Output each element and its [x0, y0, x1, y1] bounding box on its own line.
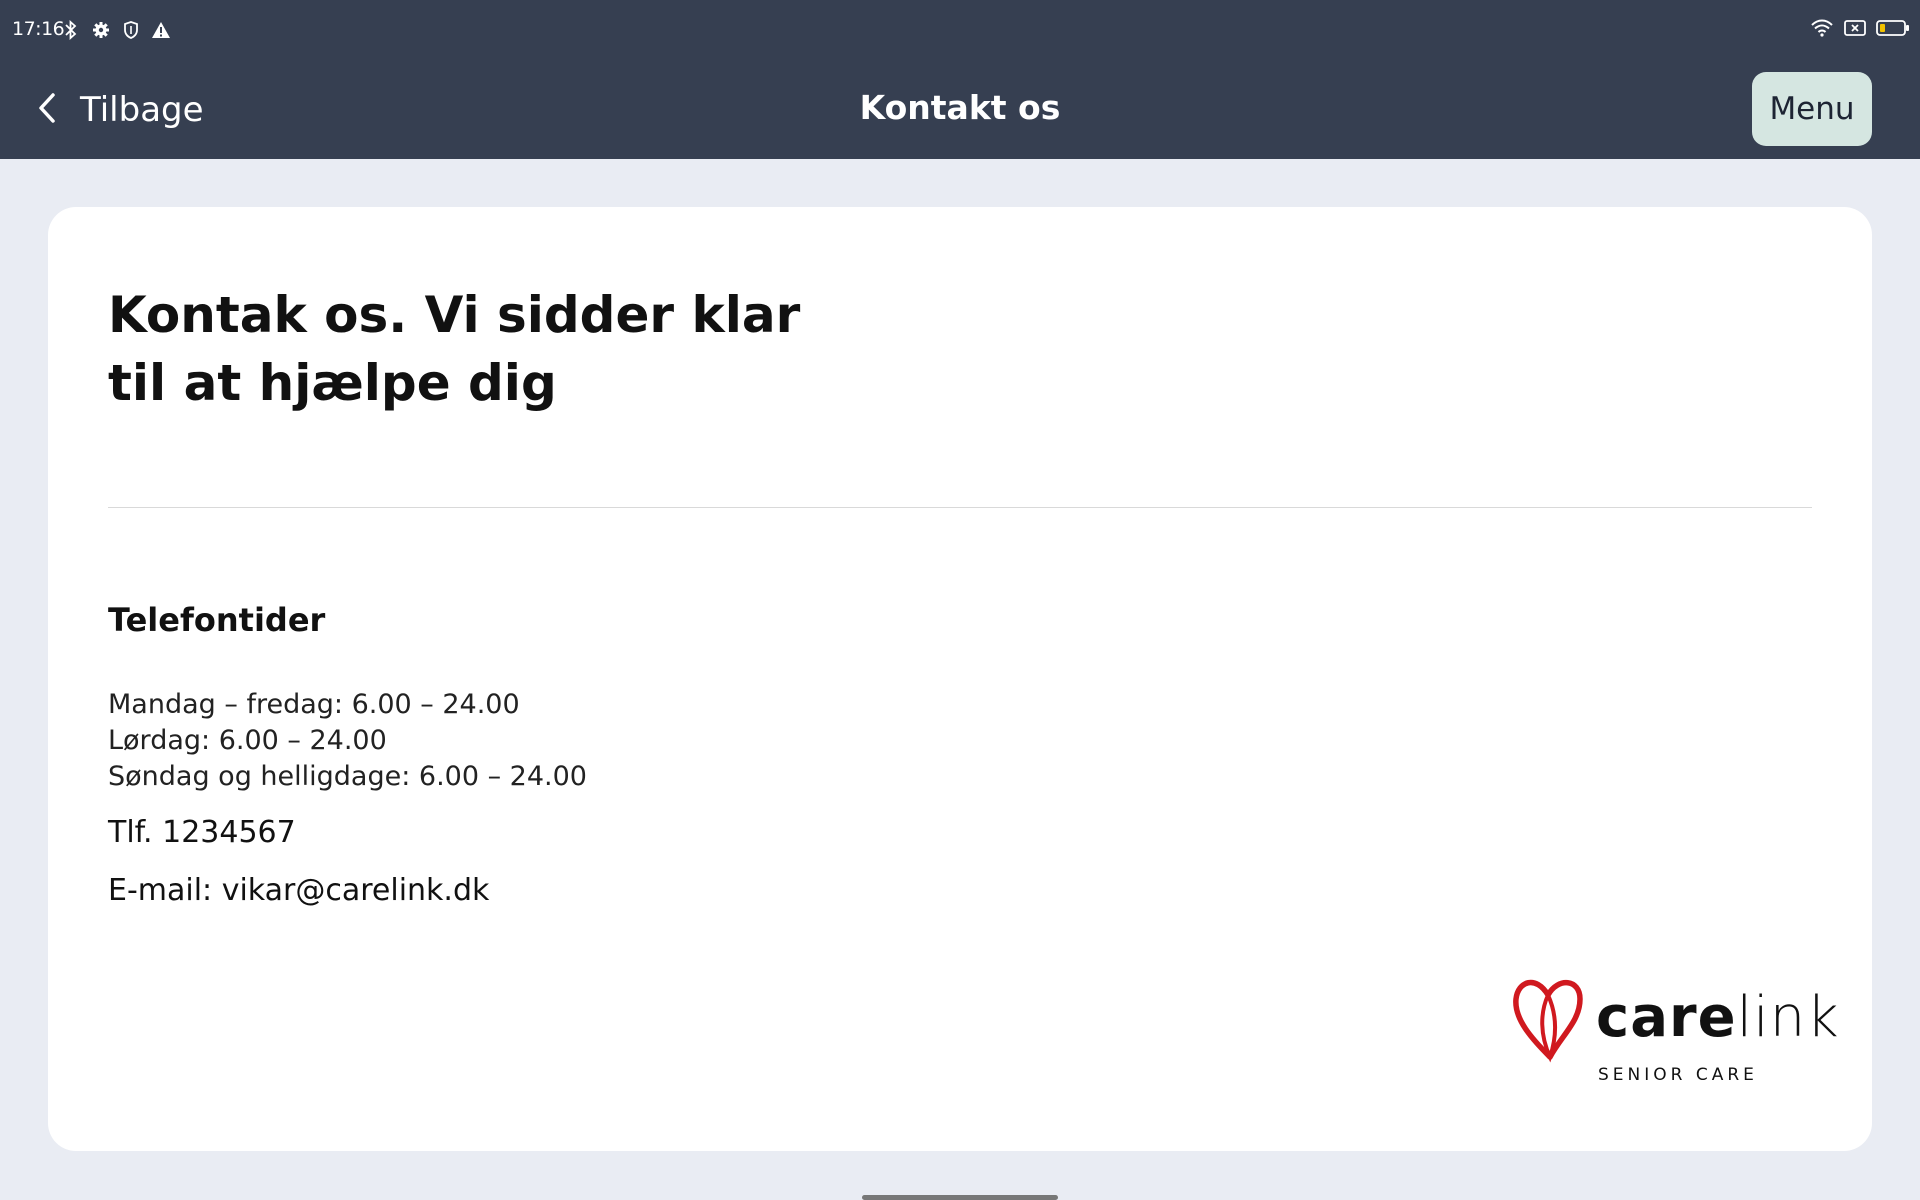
page-title: Kontakt os [859, 88, 1061, 127]
status-bar: 17:16 [0, 0, 1920, 60]
chevron-left-icon [36, 91, 58, 129]
contact-headline: Kontak os. Vi sidder klar til at hjælpe … [108, 286, 801, 412]
home-indicator[interactable] [862, 1195, 1058, 1200]
warning-icon [150, 19, 172, 41]
logo-wordmark: carelink [1596, 985, 1840, 1050]
hours-weekdays: Mandag – fredag: 6.00 – 24.00 [108, 689, 520, 720]
heart-logo-icon [1510, 969, 1586, 1069]
contact-card: Kontak os. Vi sidder klar til at hjælpe … [48, 207, 1872, 1151]
back-button[interactable]: Tilbage [36, 86, 204, 134]
email-address[interactable]: E-mail: vikar@carelink.dk [108, 873, 489, 908]
divider [108, 507, 1812, 508]
menu-button[interactable]: Menu [1752, 72, 1872, 146]
bluetooth-icon [60, 19, 82, 41]
status-right-icons [1810, 19, 1910, 37]
back-label: Tilbage [80, 90, 204, 130]
phone-hours-heading: Telefontider [108, 601, 326, 639]
status-left-icons [60, 19, 172, 41]
sim-card-icon [1844, 19, 1866, 37]
logo-subtitle: SENIOR CARE [1598, 1065, 1758, 1085]
app-header: 17:16 Tilbage Kontakt os Menu [0, 0, 1920, 159]
status-time: 17:16 [12, 18, 65, 40]
wifi-icon [1810, 19, 1834, 37]
phone-number[interactable]: Tlf. 1234567 [108, 815, 296, 850]
battery-icon [1876, 19, 1910, 37]
shield-icon [120, 19, 142, 41]
carelink-logo: carelink SENIOR CARE [1510, 963, 1839, 1085]
phone-hours-list: Mandag – fredag: 6.00 – 24.00 Lørdag: 6.… [108, 687, 587, 795]
hours-saturday: Lørdag: 6.00 – 24.00 [108, 725, 387, 756]
settings-gear-icon [90, 19, 112, 41]
hours-sunday-holidays: Søndag og helligdage: 6.00 – 24.00 [108, 761, 587, 792]
